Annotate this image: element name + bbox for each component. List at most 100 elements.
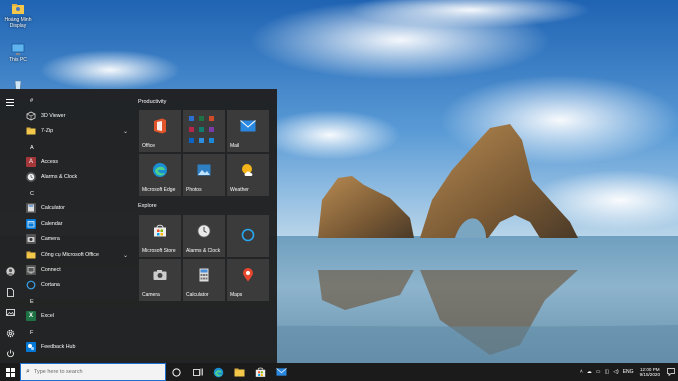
tile-store[interactable]: Microsoft Store [139,215,181,257]
folder-icon [26,126,36,136]
camera-icon [26,234,36,244]
letter-header[interactable]: # [30,98,33,104]
desktop-icon-label: This PC [9,57,27,63]
tile-camera[interactable]: Camera [139,259,181,301]
task-view-icon [192,368,203,376]
tile-mail[interactable]: Mail [227,110,269,152]
app-label: Feedback Hub [41,344,76,350]
calculator-icon [199,268,209,284]
desktop-icon-user-folder[interactable]: Hoàng Minh Display [0,2,36,29]
tile-weather[interactable]: Weather [227,154,269,196]
taskbar-search-box[interactable]: ⌕ Type here to search [20,363,166,381]
letter-header[interactable]: E [30,299,34,305]
tile-label: Photos [186,187,202,193]
tile-label: Calculator [186,292,209,298]
settings-icon[interactable] [3,326,17,340]
taskbar-file-explorer[interactable] [229,363,250,381]
tile-cortana[interactable] [227,215,269,257]
feedback-icon [26,342,36,352]
language-indicator[interactable]: ENG [623,369,634,375]
app-label: Camera [41,236,60,242]
app-alarms-clock[interactable]: Alarms & Clock [26,170,131,184]
tile-label: Weather [230,187,249,193]
mail-icon [240,119,256,134]
calendar-icon [26,219,36,229]
clock-icon [26,172,36,182]
app-3d-viewer[interactable]: 3D Viewer [26,109,131,123]
battery-icon[interactable]: ▭ [596,369,601,375]
app-label: Access [41,159,59,165]
letter-header[interactable]: C [30,191,34,197]
network-icon[interactable]: ◫ [604,369,609,375]
chevron-down-icon[interactable]: ⌄ [123,128,128,135]
windows-logo-icon [5,367,15,377]
tile-photos[interactable]: Photos [183,154,225,196]
chevron-down-icon[interactable]: ⌄ [123,252,128,259]
system-tray: ˄ ☁ ▭ ◫ ◁) ENG 12:00 PM 9/15/2020 [578,363,678,381]
app-access[interactable]: A Access [26,155,131,169]
group-title-productivity[interactable]: Productivity [138,99,166,105]
app-office-tools-folder[interactable]: Công cụ Microsoft Office ⌄ [26,248,131,262]
clock[interactable]: 12:00 PM 9/15/2020 [640,367,660,378]
tile-area: Productivity Office Mail Microsoft Edge … [138,89,277,363]
app-camera[interactable]: Camera [26,232,131,246]
tile-label: Camera [142,292,160,298]
mail-icon [276,368,287,376]
app-label: Calculator [41,205,65,211]
start-button[interactable] [0,363,20,381]
taskbar-mail[interactable] [271,363,292,381]
tile-maps[interactable]: Maps [227,259,269,301]
excel-icon: X [26,311,36,321]
cube-icon [26,111,36,121]
app-excel[interactable]: X Excel [26,309,131,323]
calculator-icon [26,203,36,213]
weather-icon [240,163,256,179]
notification-icon[interactable] [664,363,678,381]
taskbar: ⌕ Type here to search ˄ ☁ ▭ ◫ ◁) ENG 12:… [0,363,678,381]
desktop-icon-this-pc[interactable]: This PC [0,42,36,63]
group-title-explore[interactable]: Explore [138,203,157,209]
pictures-icon[interactable] [3,305,17,319]
hamburger-icon[interactable] [3,95,17,109]
tile-office[interactable]: Office [139,110,181,152]
edge-icon [152,162,168,180]
app-7zip-folder[interactable]: 7-Zip ⌄ [26,124,131,138]
app-calendar[interactable]: Calendar [26,217,131,231]
connect-icon [26,265,36,275]
folder-icon [26,250,36,260]
tile-label: Mail [230,143,240,149]
app-feedback-hub[interactable]: Feedback Hub [26,340,131,354]
cortana-icon [172,367,181,377]
taskbar-cortana[interactable] [166,363,187,381]
cloud-icon[interactable]: ☁ [587,369,592,375]
letter-header[interactable]: F [30,330,33,336]
app-cortana[interactable]: Cortana [26,278,131,292]
desktop-icon-label: Hoàng Minh Display [4,17,32,29]
power-icon[interactable] [3,346,17,360]
volume-icon[interactable]: ◁) [613,369,619,375]
tile-alarms-clock[interactable]: Alarms & Clock [183,215,225,257]
app-label: Calendar [41,221,63,227]
app-list[interactable]: # 3D Viewer 7-Zip ⌄ A A Access Alarms & … [21,95,133,363]
store-icon [153,224,167,239]
taskbar-task-view[interactable] [187,363,208,381]
tile-label: Alarms & Clock [186,248,221,254]
taskbar-store[interactable] [250,363,271,381]
user-icon[interactable] [3,264,17,278]
folder-user-icon [11,2,25,16]
app-connect[interactable]: Connect [26,263,131,277]
chevron-up-icon[interactable]: ˄ [580,369,583,375]
file-explorer-icon [234,368,245,376]
search-placeholder: Type here to search [33,369,83,375]
letter-header[interactable]: A [30,145,34,151]
taskbar-edge[interactable] [208,363,229,381]
access-icon: A [26,157,36,167]
document-icon[interactable] [3,285,17,299]
edge-icon [213,367,224,377]
tile-office-apps[interactable] [183,110,225,152]
app-calculator[interactable]: Calculator [26,201,131,215]
tile-edge[interactable]: Microsoft Edge [139,154,181,196]
tile-calculator[interactable]: Calculator [183,259,225,301]
maps-icon [242,267,254,284]
photos-icon [197,164,211,178]
